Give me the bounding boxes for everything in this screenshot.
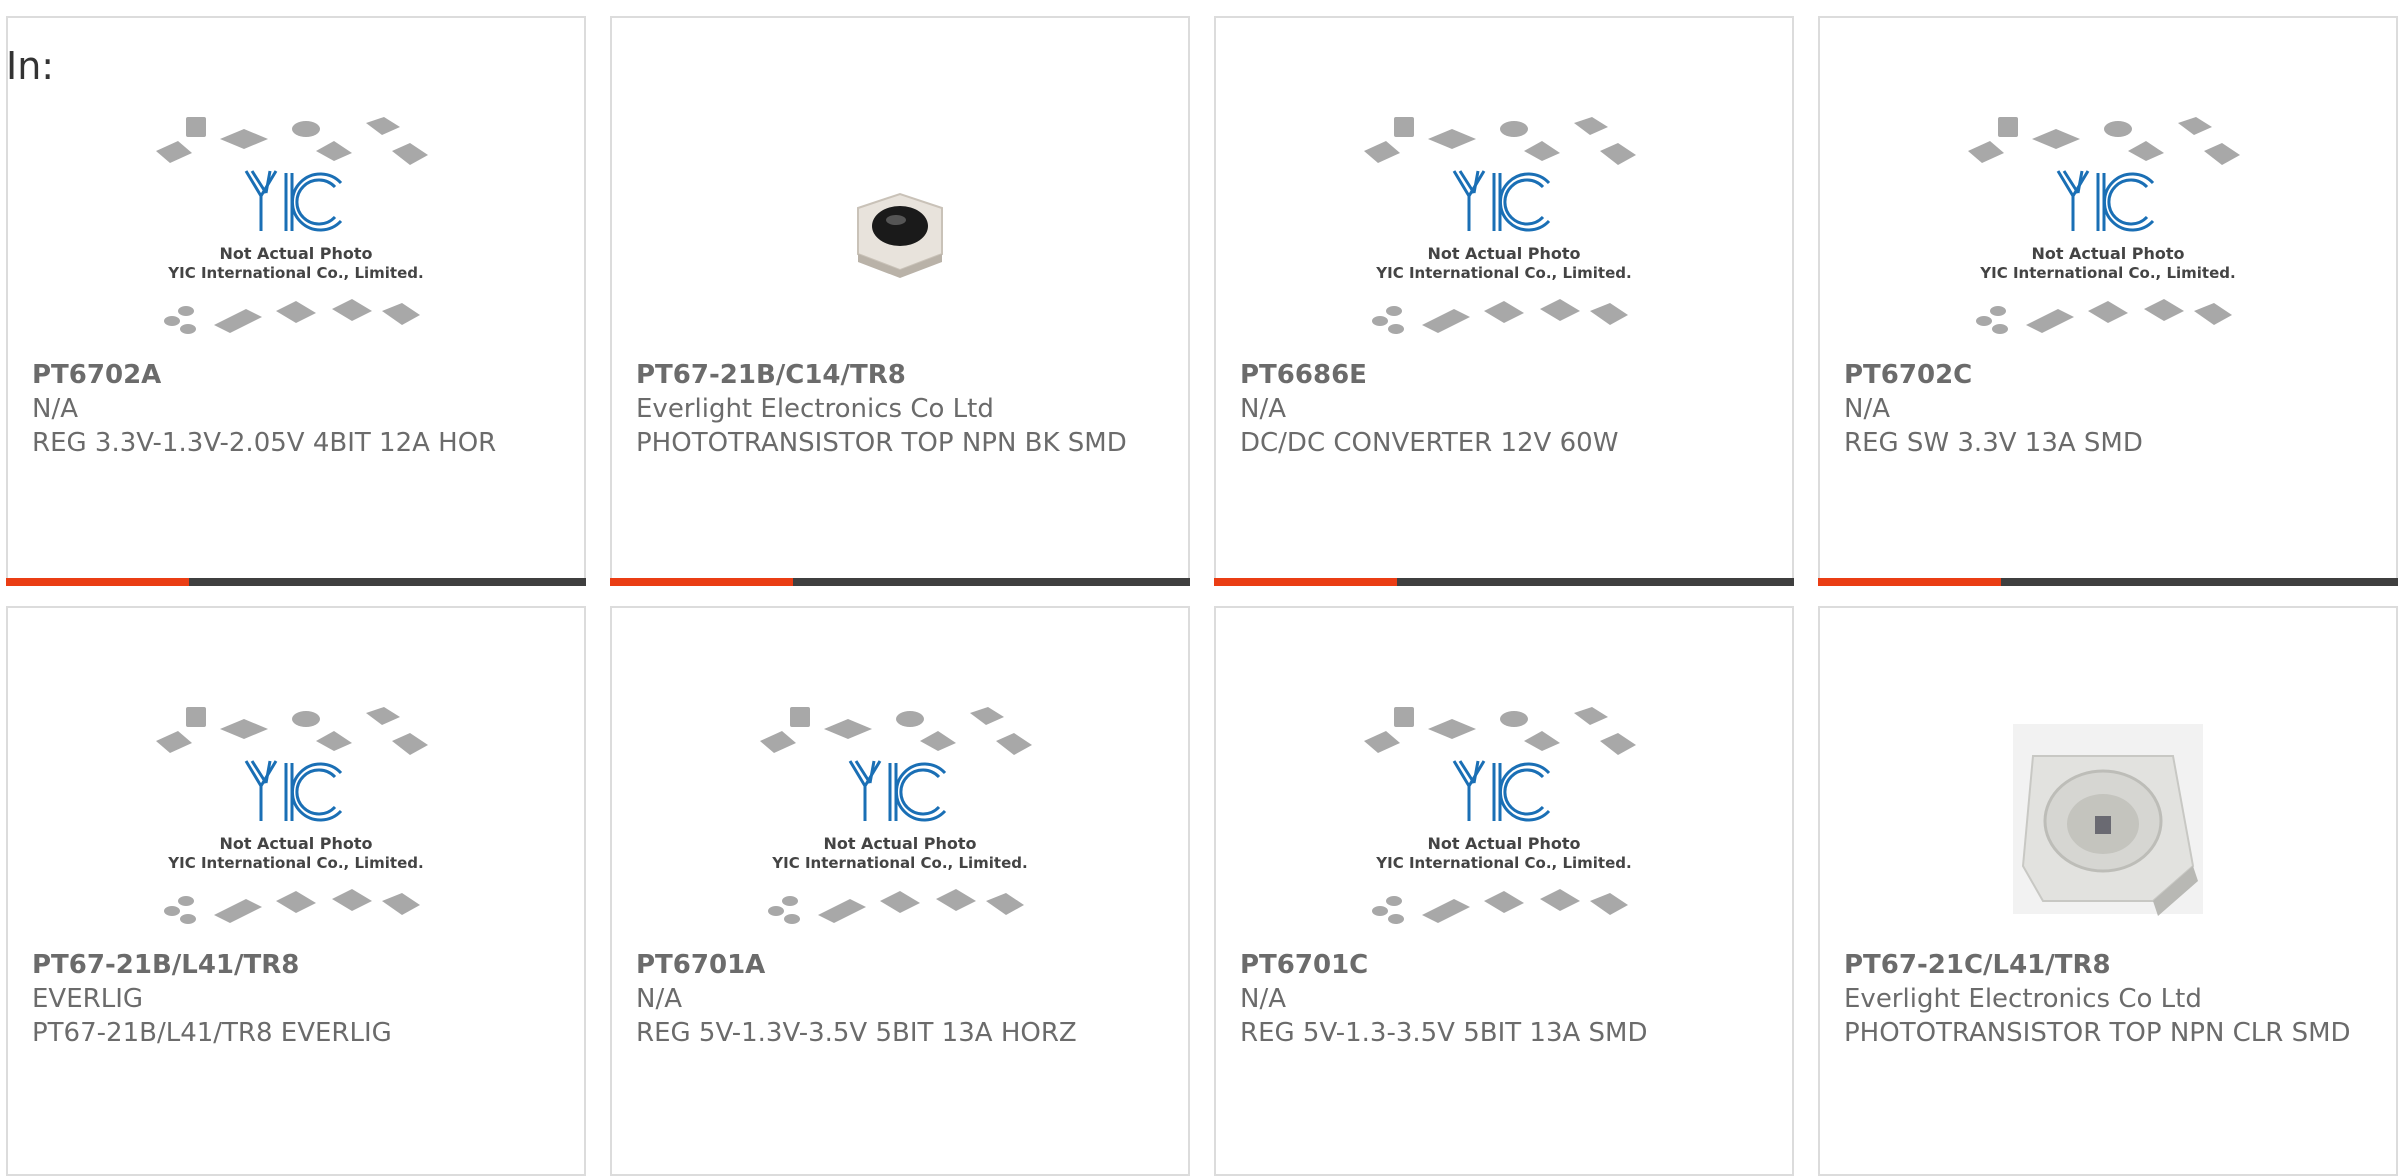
product-card[interactable]: Not Actual Photo YIC International Co., … — [610, 606, 1190, 1176]
description: REG SW 3.3V 13A SMD — [1844, 428, 2143, 458]
product-image[interactable]: Not Actual Photo YIC International Co., … — [1820, 98, 2396, 363]
svg-text:Not Actual Photo: Not Actual Photo — [1427, 834, 1580, 853]
part-number[interactable]: PT6701C — [1240, 948, 1768, 982]
product-card[interactable]: Not Actual Photo YIC International Co., … — [6, 606, 586, 1176]
product-card[interactable]: PT67-21C/L41/TR8 Everlight Electronics C… — [1818, 606, 2398, 1176]
placeholder-image: Not Actual Photo YIC International Co., … — [156, 116, 428, 334]
product-image[interactable] — [1820, 688, 2396, 953]
svg-text:Not Actual Photo: Not Actual Photo — [1427, 244, 1580, 263]
product-card[interactable]: Not Actual Photo YIC International Co., … — [1818, 16, 2398, 586]
product-photo — [2013, 723, 2203, 916]
product-photo — [857, 192, 943, 278]
manufacturer: EVERLIG — [32, 984, 144, 1014]
description: DC/DC CONVERTER 12V 60W — [1240, 428, 1619, 458]
svg-text:YIC International Co., Limited: YIC International Co., Limited. — [167, 854, 423, 872]
svg-text:Not Actual Photo: Not Actual Photo — [2031, 244, 2184, 263]
description: PHOTOTRANSISTOR TOP NPN BK SMD — [636, 428, 1127, 458]
placeholder-image: Not Actual Photo YIC International Co., … — [1968, 116, 2240, 334]
part-number[interactable]: PT6701A — [636, 948, 1164, 982]
svg-text:YIC International Co., Limited: YIC International Co., Limited. — [1979, 264, 2235, 282]
svg-text:Not Actual Photo: Not Actual Photo — [823, 834, 976, 853]
product-card[interactable]: PT67-21B/C14/TR8 Everlight Electronics C… — [610, 16, 1190, 586]
svg-text:YIC International Co., Limited: YIC International Co., Limited. — [771, 854, 1027, 872]
part-number[interactable]: PT67-21B/L41/TR8 — [32, 948, 560, 982]
placeholder-image: Not Actual Photo YIC International Co., … — [1364, 706, 1636, 924]
placeholder-image: Not Actual Photo YIC International Co., … — [760, 706, 1032, 924]
placeholder-image: Not Actual Photo YIC International Co., … — [1364, 116, 1636, 334]
product-card[interactable]: Not Actual Photo YIC International Co., … — [6, 16, 586, 586]
product-card[interactable]: Not Actual Photo YIC International Co., … — [1214, 16, 1794, 586]
part-number[interactable]: PT6702C — [1844, 358, 2372, 392]
manufacturer: Everlight Electronics Co Ltd — [1844, 984, 2202, 1014]
svg-text:YIC International Co., Limited: YIC International Co., Limited. — [167, 264, 423, 282]
manufacturer: N/A — [1844, 394, 1890, 424]
product-image[interactable]: Not Actual Photo YIC International Co., … — [1216, 688, 1792, 953]
manufacturer: N/A — [32, 394, 78, 424]
part-number[interactable]: PT67-21C/L41/TR8 — [1844, 948, 2372, 982]
manufacturer: N/A — [636, 984, 682, 1014]
product-image[interactable]: Not Actual Photo YIC International Co., … — [1216, 98, 1792, 363]
description: PT67-21B/L41/TR8 EVERLIG — [32, 1018, 392, 1048]
product-image[interactable]: Not Actual Photo YIC International Co., … — [612, 688, 1188, 953]
card-bar — [6, 578, 586, 586]
manufacturer: N/A — [1240, 984, 1286, 1014]
svg-text:Not Actual Photo: Not Actual Photo — [219, 244, 372, 263]
in-label: In: — [6, 44, 55, 88]
part-number[interactable]: PT67-21B/C14/TR8 — [636, 358, 1164, 392]
product-image[interactable] — [612, 98, 1188, 363]
manufacturer: Everlight Electronics Co Ltd — [636, 394, 994, 424]
svg-text:YIC International Co., Limited: YIC International Co., Limited. — [1375, 264, 1631, 282]
part-number[interactable]: PT6686E — [1240, 358, 1768, 392]
product-image[interactable]: Not Actual Photo YIC International Co., … — [8, 98, 584, 363]
part-number[interactable]: PT6702A — [32, 358, 560, 392]
card-bar — [1818, 578, 2398, 586]
description: REG 5V-1.3V-3.5V 5BIT 13A HORZ — [636, 1018, 1077, 1048]
description: REG 3.3V-1.3V-2.05V 4BIT 12A HOR — [32, 428, 497, 458]
product-card[interactable]: Not Actual Photo YIC International Co., … — [1214, 606, 1794, 1176]
card-bar — [610, 578, 1190, 586]
description: REG 5V-1.3-3.5V 5BIT 13A SMD — [1240, 1018, 1648, 1048]
product-image[interactable]: Not Actual Photo YIC International Co., … — [8, 688, 584, 953]
card-bar — [1214, 578, 1794, 586]
svg-text:YIC International Co., Limited: YIC International Co., Limited. — [1375, 854, 1631, 872]
description: PHOTOTRANSISTOR TOP NPN CLR SMD — [1844, 1018, 2351, 1048]
manufacturer: N/A — [1240, 394, 1286, 424]
placeholder-image: Not Actual Photo YIC International Co., … — [156, 706, 428, 924]
svg-text:Not Actual Photo: Not Actual Photo — [219, 834, 372, 853]
